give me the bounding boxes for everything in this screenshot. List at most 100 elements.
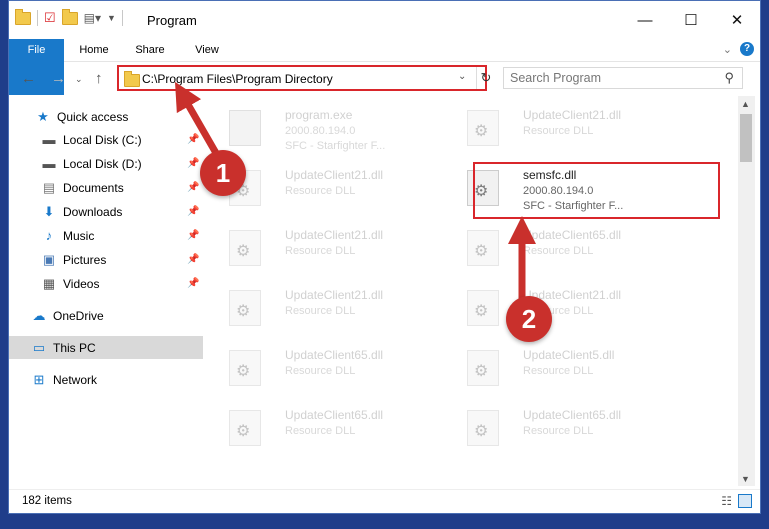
sidebar-item-quick-access[interactable]: ★ Quick access xyxy=(9,105,203,128)
network-icon: ⊞ xyxy=(33,371,45,387)
list-item[interactable]: ⚙ UpdateClient21.dll Resource DLL xyxy=(453,282,693,338)
star-icon: ★ xyxy=(37,108,49,124)
search-placeholder: Search Program xyxy=(510,71,602,85)
pc-icon: ▭ xyxy=(32,339,46,355)
sidebar-item-network[interactable]: ⊞ Network xyxy=(9,368,203,391)
list-item[interactable]: ⚙ UpdateClient21.dll Resource DLL xyxy=(215,222,455,278)
pin-icon[interactable]: 📌 xyxy=(187,158,199,169)
help-icon[interactable]: ? xyxy=(740,42,754,56)
file-version: 2000.80.194.0 xyxy=(285,125,356,137)
file-name: UpdateClient5.dll xyxy=(523,348,615,362)
list-item[interactable]: ⚙ UpdateClient21.dll Resource DLL xyxy=(215,282,455,338)
pin-icon[interactable]: 📌 xyxy=(187,182,199,193)
list-item[interactable]: ⚙ UpdateClient21.dll Resource DLL xyxy=(453,102,693,158)
sidebar-item-downloads[interactable]: ⬇ Downloads 📌 xyxy=(9,200,203,223)
sidebar-item-documents[interactable]: ▤ Documents 📌 xyxy=(9,176,203,199)
back-arrow-icon[interactable]: ← xyxy=(21,70,36,87)
large-icons-view-icon[interactable] xyxy=(738,494,752,508)
tab-home[interactable]: Home xyxy=(71,39,117,61)
tab-share[interactable]: Share xyxy=(127,39,173,61)
sidebar-item-label: Pictures xyxy=(63,252,107,267)
scroll-down-icon[interactable]: ▼ xyxy=(741,474,750,484)
search-icon[interactable]: ⚲ xyxy=(724,70,734,86)
dll-file-icon: ⚙ xyxy=(467,350,499,386)
refresh-icon[interactable]: ↻ xyxy=(476,67,495,89)
pin-icon[interactable]: 📌 xyxy=(187,278,199,289)
qat-dropdown-icon[interactable]: ▼ xyxy=(107,13,116,23)
sidebar-item-local-disk-c[interactable]: ▬ Local Disk (C:) 📌 xyxy=(9,128,203,151)
list-item[interactable]: ⚙ UpdateClient65.dll Resource DLL xyxy=(453,402,693,458)
quick-access-toolbar: ☑ ▤▾ ▼ xyxy=(15,8,123,26)
list-item[interactable]: ⚙ UpdateClient65.dll Resource DLL xyxy=(453,222,693,278)
sidebar-item-music[interactable]: ♪ Music 📌 xyxy=(9,224,203,247)
explorer-window: ☑ ▤▾ ▼ Program — ☐ ✕ File Home Share Vie… xyxy=(8,0,761,514)
list-item[interactable]: ⚙ UpdateClient21.dll Resource DLL xyxy=(215,162,455,218)
status-bar: 182 items ☷ xyxy=(9,489,760,513)
file-description: Resource DLL xyxy=(285,245,356,257)
new-folder-icon[interactable] xyxy=(61,8,78,25)
sidebar-item-local-disk-d[interactable]: ▬ Local Disk (D:) 📌 xyxy=(9,152,203,175)
recent-dropdown-icon[interactable]: ⌄ xyxy=(75,74,83,85)
properties-icon[interactable]: ☑ xyxy=(44,10,56,26)
address-dropdown-icon[interactable]: ⌄ xyxy=(458,71,466,82)
step-badge-2: 2 xyxy=(506,296,552,342)
folder-icon[interactable] xyxy=(15,8,31,25)
sidebar-item-label: Downloads xyxy=(63,204,123,219)
file-highlight-box xyxy=(473,162,720,219)
window-title: Program xyxy=(147,13,197,28)
minimize-button[interactable]: — xyxy=(622,1,668,39)
pin-icon[interactable]: 📌 xyxy=(187,230,199,241)
file-description: Resource DLL xyxy=(523,245,594,257)
tab-view[interactable]: View xyxy=(184,39,230,61)
file-name: UpdateClient21.dll xyxy=(523,108,622,122)
vertical-scrollbar[interactable]: ▲ ▼ xyxy=(738,96,755,486)
title-bar: ☑ ▤▾ ▼ Program — ☐ ✕ xyxy=(9,1,760,39)
file-description: SFC - Starfighter F... xyxy=(285,140,386,152)
scrollbar-thumb[interactable] xyxy=(740,114,752,162)
file-name: UpdateClient65.dll xyxy=(523,228,622,242)
documents-icon: ▤ xyxy=(42,179,56,195)
details-view-icon[interactable]: ☷ xyxy=(721,494,732,508)
forward-arrow-icon[interactable]: → xyxy=(51,70,66,87)
dll-file-icon: ⚙ xyxy=(467,230,499,266)
step-badge-1: 1 xyxy=(200,150,246,196)
sidebar-item-pictures[interactable]: ▣ Pictures 📌 xyxy=(9,248,203,271)
ribbon-tabs: File Home Share View ⌄ ? xyxy=(9,39,760,95)
list-item[interactable]: program.exe 2000.80.194.0 SFC - Starfigh… xyxy=(215,102,455,158)
address-bar[interactable]: C:\Program Files\Program Directory ⌄ ↻ xyxy=(117,65,491,91)
sidebar-item-this-pc[interactable]: ▭ This PC xyxy=(9,336,203,359)
pin-icon[interactable]: 📌 xyxy=(187,206,199,217)
file-description: Resource DLL xyxy=(523,425,594,437)
close-button[interactable]: ✕ xyxy=(714,1,760,39)
pin-icon[interactable]: 📌 xyxy=(187,134,199,145)
exe-file-icon xyxy=(229,110,261,146)
expand-ribbon-icon[interactable]: ⌄ xyxy=(723,43,732,56)
videos-icon: ▦ xyxy=(42,275,56,291)
address-path[interactable]: C:\Program Files\Program Directory xyxy=(142,72,333,86)
file-name: UpdateClient65.dll xyxy=(285,348,384,362)
sidebar-item-videos[interactable]: ▦ Videos 📌 xyxy=(9,272,203,295)
sidebar-item-label: Local Disk (D:) xyxy=(63,156,142,171)
file-name: UpdateClient21.dll xyxy=(285,168,384,182)
sidebar-item-label: Videos xyxy=(63,276,100,291)
customize-view-icon[interactable]: ▤▾ xyxy=(84,11,101,25)
music-icon: ♪ xyxy=(45,228,53,243)
file-name: UpdateClient65.dll xyxy=(285,408,384,422)
sidebar-item-label: Network xyxy=(53,372,98,387)
list-item[interactable]: ⚙ UpdateClient65.dll Resource DLL xyxy=(215,402,455,458)
up-arrow-icon[interactable]: ↑ xyxy=(95,70,103,87)
file-description: Resource DLL xyxy=(285,365,356,377)
scroll-up-icon[interactable]: ▲ xyxy=(741,99,750,109)
list-item[interactable]: ⚙ UpdateClient65.dll Resource DLL xyxy=(215,342,455,398)
dll-file-icon: ⚙ xyxy=(229,410,261,446)
pin-icon[interactable]: 📌 xyxy=(187,254,199,265)
sidebar-item-label: This PC xyxy=(53,340,96,355)
file-description: Resource DLL xyxy=(285,425,356,437)
file-description: Resource DLL xyxy=(285,305,356,317)
dll-file-icon: ⚙ xyxy=(467,290,499,326)
sidebar-item-onedrive[interactable]: ☁ OneDrive xyxy=(9,304,203,327)
search-input[interactable]: Search Program ⚲ xyxy=(503,67,743,89)
file-list: program.exe 2000.80.194.0 SFC - Starfigh… xyxy=(205,96,735,486)
list-item[interactable]: ⚙ UpdateClient5.dll Resource DLL xyxy=(453,342,693,398)
maximize-button[interactable]: ☐ xyxy=(668,1,714,39)
